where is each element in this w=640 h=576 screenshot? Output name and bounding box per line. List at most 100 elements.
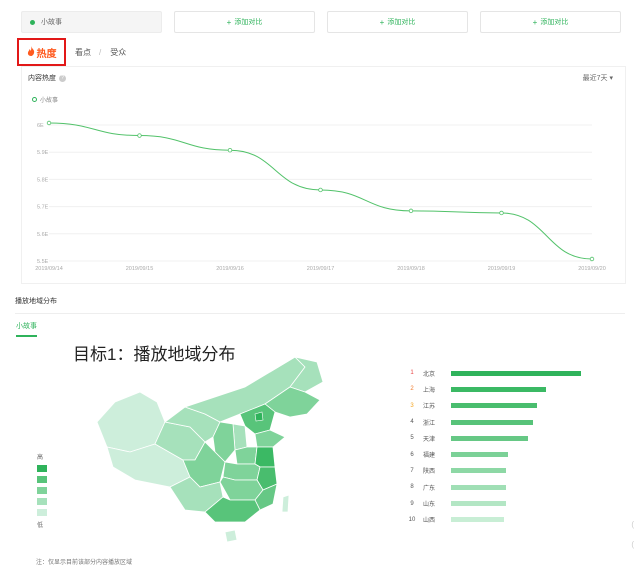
rank-region-name: 陕西 xyxy=(423,469,436,476)
y-tick-label: 5.9E xyxy=(37,150,49,156)
legend-swatch xyxy=(37,465,47,472)
legend-high-label: 高 xyxy=(37,455,44,461)
rank-bar xyxy=(451,501,506,507)
ranking-row: 2 上海 xyxy=(405,381,605,397)
legend-low-label: 低 xyxy=(37,523,44,529)
legend-swatch xyxy=(37,498,47,505)
rank-region-name: 天津 xyxy=(423,436,436,443)
rank-region-name: 山西 xyxy=(423,518,436,525)
region-ranking-list: 1 北京 2 上海 3 江苏 4 浙江 5 天津 6 福建 7 陕西 8 广东 9 山东 10 山西 xyxy=(405,365,605,528)
add-compare-button-3[interactable]: + 添加对比 xyxy=(480,11,621,33)
data-point xyxy=(46,120,52,126)
y-tick-label: 6E xyxy=(37,123,44,129)
rank-number: 10 xyxy=(408,516,416,523)
tab-separator: / xyxy=(99,47,102,57)
rank-region-name: 福建 xyxy=(423,453,436,460)
legend-swatch xyxy=(37,476,47,483)
scroll-indicator-icon: ( xyxy=(631,520,634,529)
chart-legend[interactable]: 小故事 xyxy=(32,95,58,104)
data-point xyxy=(408,208,414,214)
add-compare-button-1[interactable]: + 添加对比 xyxy=(174,11,315,33)
add-compare-button-2[interactable]: + 添加对比 xyxy=(327,11,468,33)
footnote: 注：仅显示目前该部分内容播放区域 xyxy=(36,560,133,566)
x-tick-label: 2019/09/18 xyxy=(397,266,425,272)
rank-bar xyxy=(451,452,509,458)
rank-region-name: 江苏 xyxy=(423,404,436,411)
tab-region-work[interactable]: 小故事 xyxy=(16,321,37,337)
x-tick-label: 2019/09/14 xyxy=(35,266,63,272)
ranking-row: 6 福建 xyxy=(405,446,605,462)
map-region-taiwan[interactable] xyxy=(281,494,290,513)
map-region-hunan-jiangxi[interactable] xyxy=(219,476,264,501)
y-tick-label: 5.7E xyxy=(37,205,49,211)
rank-bar xyxy=(451,386,546,392)
add-compare-label: 添加对比 xyxy=(540,19,569,26)
tab-hot[interactable]: 热度 xyxy=(17,38,66,66)
compare-bar: 小故事 + 添加对比 + 添加对比 + 添加对比 xyxy=(0,0,640,40)
rank-number: 5 xyxy=(410,435,414,442)
rank-region-name: 山东 xyxy=(423,502,436,509)
rank-bar xyxy=(451,435,528,441)
rank-region-name: 上海 xyxy=(423,387,436,394)
rank-region-name: 广东 xyxy=(423,485,436,492)
legend-label: 小故事 xyxy=(40,98,59,104)
trend-line-chart: 6E 5.9E 5.8E 5.7E 5.6E 5.5E2019/09/14 2019/09/… xyxy=(35,120,606,272)
trend-title-text: 内容热度 xyxy=(28,75,56,82)
selected-work-box[interactable]: 小故事 xyxy=(21,11,162,33)
scroll-indicator-icon: ( xyxy=(631,540,634,549)
metric-tabs: 热度 看点 / 受众 xyxy=(17,38,126,66)
plus-icon: + xyxy=(532,17,538,27)
ranking-row: 5 天津 xyxy=(405,430,605,446)
x-tick-label: 2019/09/20 xyxy=(578,266,606,272)
ranking-row: 1 北京 xyxy=(405,365,605,381)
data-point xyxy=(589,256,595,262)
rank-number: 7 xyxy=(410,467,414,474)
x-tick-label: 2019/09/17 xyxy=(307,266,335,272)
rank-number: 1 xyxy=(410,370,414,377)
rank-bar xyxy=(451,419,533,425)
trend-panel: 内容热度? 最近7天 ▾ 小故事 6E 5.9E 5.8E 5.7E 5.6E 5.5E 2… xyxy=(21,66,626,284)
map-region-hubei-anhui[interactable] xyxy=(222,461,261,481)
legend-dot-icon xyxy=(32,97,37,102)
y-tick-label: 5.5E xyxy=(37,259,49,265)
china-heat-map[interactable] xyxy=(95,352,325,552)
map-region-hainan[interactable] xyxy=(224,529,238,543)
map-region-jiangsu[interactable] xyxy=(254,446,276,468)
ranking-row: 3 江苏 xyxy=(405,398,605,414)
selected-work-label: 小故事 xyxy=(41,19,62,26)
rank-number: 9 xyxy=(410,500,414,507)
data-point xyxy=(137,133,142,138)
rank-bar xyxy=(451,484,506,490)
add-compare-label: 添加对比 xyxy=(234,19,263,26)
map-region-henan[interactable] xyxy=(234,446,258,465)
ranking-row: 8 广东 xyxy=(405,479,605,495)
rank-number: 3 xyxy=(410,402,414,409)
map-region-xinjiang[interactable] xyxy=(96,391,166,453)
region-section-title: 播放地域分布 xyxy=(15,298,57,305)
y-tick-label: 5.8E xyxy=(37,177,49,183)
help-icon[interactable]: ? xyxy=(59,74,66,82)
x-tick-label: 2019/09/16 xyxy=(216,266,244,272)
x-tick-label: 2019/09/15 xyxy=(126,266,154,272)
range-dropdown[interactable]: 最近7天 ▾ xyxy=(583,73,613,83)
ranking-row: 9 山东 xyxy=(405,495,605,511)
map-region-shandong[interactable] xyxy=(254,429,286,448)
data-point xyxy=(227,148,233,153)
tab-hot-label: 热度 xyxy=(36,48,57,60)
x-tick-label: 2019/09/19 xyxy=(488,266,516,272)
ranking-row: 4 浙江 xyxy=(405,414,605,430)
tab-audience[interactable]: 受众 xyxy=(110,47,126,58)
ranking-row: 10 山西 xyxy=(405,512,605,528)
map-region-beijing[interactable] xyxy=(254,411,264,422)
rank-number: 4 xyxy=(410,419,414,426)
rank-region-name: 浙江 xyxy=(423,420,436,427)
data-point xyxy=(499,210,504,216)
trend-title: 内容热度? xyxy=(28,73,66,83)
series-dot-icon xyxy=(30,19,35,25)
rank-bar xyxy=(451,370,581,376)
plus-icon: + xyxy=(379,17,385,27)
tab-view[interactable]: 看点 xyxy=(75,47,91,58)
ranking-row: 7 陕西 xyxy=(405,463,605,479)
rank-region-name: 北京 xyxy=(423,371,436,378)
rank-number: 2 xyxy=(410,386,414,393)
